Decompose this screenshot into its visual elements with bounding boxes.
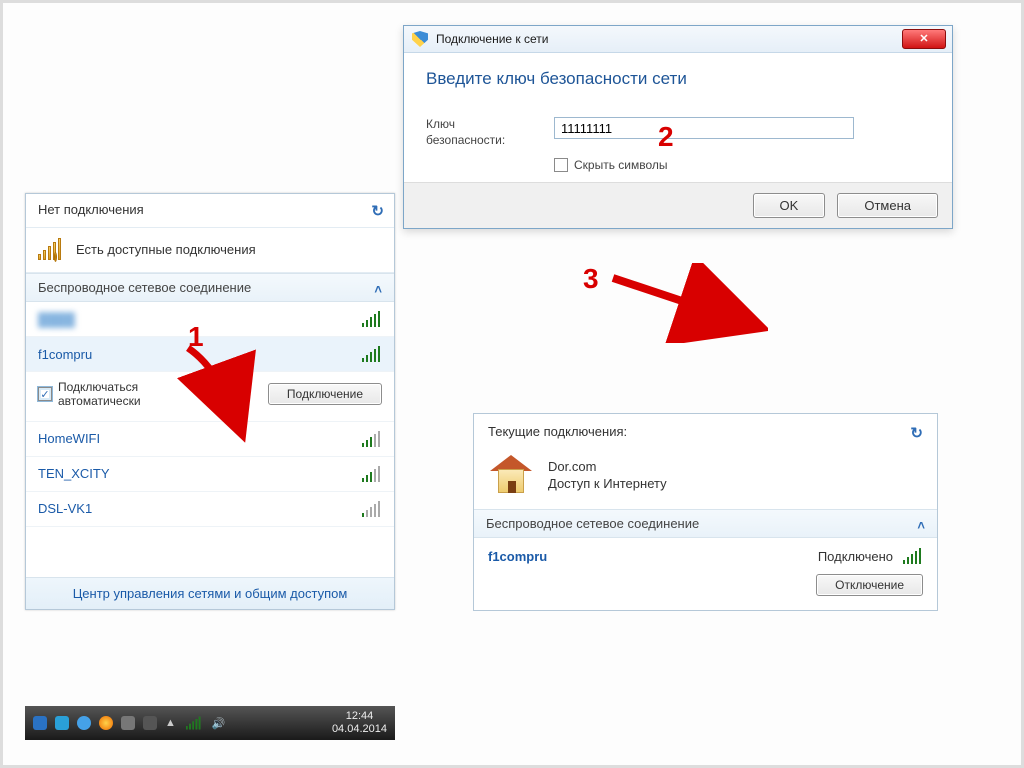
close-button[interactable]: ✕ bbox=[902, 29, 946, 49]
dialog-button-bar: OK Отмена bbox=[404, 182, 952, 228]
tray-icon[interactable] bbox=[121, 716, 135, 730]
current-connections-panel: Текущие подключения: ↻ Dor.com Доступ к … bbox=[473, 413, 938, 611]
cancel-button[interactable]: Отмена bbox=[837, 193, 938, 218]
dialog-titlebar: Подключение к сети ✕ bbox=[404, 26, 952, 53]
tray-icon[interactable] bbox=[55, 716, 69, 730]
dialog-title: Подключение к сети bbox=[436, 32, 548, 46]
network-name: Dor.com bbox=[548, 459, 667, 474]
annotation-number: 2 bbox=[658, 121, 674, 153]
dialog-heading: Введите ключ безопасности сети bbox=[426, 69, 930, 89]
annotation-number: 1 bbox=[188, 321, 204, 353]
disconnect-row: Отключение bbox=[474, 568, 937, 610]
signal-icon bbox=[38, 238, 66, 260]
taskbar: ▲ 🔊 12:44 04.04.2014 bbox=[25, 706, 395, 740]
signal-bars-icon bbox=[362, 431, 382, 447]
hide-chars-label: Скрыть символы bbox=[574, 158, 668, 172]
tray-network-icon[interactable] bbox=[186, 717, 202, 730]
ssid-label: f1compru bbox=[488, 549, 547, 564]
network-item[interactable]: ████ bbox=[26, 302, 394, 337]
chevron-up-icon[interactable]: ˄ bbox=[374, 282, 382, 297]
annotation-number: 3 bbox=[583, 263, 599, 295]
key-label: Ключ безопасности: bbox=[426, 117, 536, 148]
tray-icon[interactable] bbox=[143, 716, 157, 730]
network-info: Dor.com Доступ к Интернету bbox=[548, 459, 667, 491]
tray-volume-icon[interactable]: 🔊 bbox=[212, 717, 226, 730]
connection-state: Подключено bbox=[818, 549, 893, 564]
signal-bars-icon bbox=[362, 346, 382, 362]
shield-icon bbox=[412, 31, 428, 47]
connections-available-label: Есть доступные подключения bbox=[76, 242, 256, 257]
signal-bars-icon bbox=[362, 501, 382, 517]
key-field-row: Ключ безопасности: bbox=[426, 117, 930, 148]
autoconnect-label: Подключаться автоматически bbox=[58, 380, 168, 409]
network-item[interactable]: HomeWIFI bbox=[26, 422, 394, 457]
signal-bars-icon bbox=[362, 466, 382, 482]
refresh-icon[interactable]: ↻ bbox=[910, 424, 923, 442]
signal-bars-icon bbox=[362, 311, 382, 327]
network-name-blurred: ████ bbox=[38, 312, 75, 327]
network-name: HomeWIFI bbox=[38, 431, 100, 446]
panel-header: Нет подключения ↻ bbox=[26, 194, 394, 228]
network-item[interactable]: DSL-VK1 bbox=[26, 492, 394, 527]
connect-dialog: Подключение к сети ✕ Введите ключ безопа… bbox=[403, 25, 953, 229]
connect-button[interactable]: Подключение bbox=[268, 383, 382, 405]
ok-button[interactable]: OK bbox=[753, 193, 826, 218]
house-icon bbox=[488, 455, 534, 495]
autoconnect-checkbox[interactable]: ✓ bbox=[38, 387, 52, 401]
network-status: Доступ к Интернету bbox=[548, 476, 667, 491]
annotation-arrow-icon bbox=[598, 263, 768, 343]
network-item-selected[interactable]: f1compru bbox=[26, 337, 394, 372]
dialog-body: Введите ключ безопасности сети Ключ безо… bbox=[404, 53, 952, 182]
panel-header: Текущие подключения: ↻ bbox=[474, 414, 937, 449]
hide-chars-row: Скрыть символы bbox=[554, 158, 930, 172]
refresh-icon[interactable]: ↻ bbox=[371, 202, 384, 220]
wireless-section-header[interactable]: Беспроводное сетевое соединение ˄ bbox=[474, 509, 937, 538]
network-name: DSL-VK1 bbox=[38, 501, 92, 516]
signal-bars-icon bbox=[903, 548, 923, 564]
hide-chars-checkbox[interactable] bbox=[554, 158, 568, 172]
panel-title: Нет подключения bbox=[38, 202, 144, 217]
tray-icon[interactable] bbox=[77, 716, 91, 730]
tray-clock[interactable]: 12:44 04.04.2014 bbox=[332, 710, 387, 736]
network-item[interactable]: TEN_XCITY bbox=[26, 457, 394, 492]
network-name: TEN_XCITY bbox=[38, 466, 110, 481]
security-key-input[interactable] bbox=[554, 117, 854, 139]
home-network-row: Dor.com Доступ к Интернету bbox=[474, 449, 937, 509]
wireless-section-header[interactable]: Беспроводное сетевое соединение ˄ bbox=[26, 273, 394, 302]
tray-icon[interactable] bbox=[33, 716, 47, 730]
tray-icon[interactable] bbox=[99, 716, 113, 730]
network-flyout-panel: Нет подключения ↻ Есть доступные подключ… bbox=[25, 193, 395, 610]
chevron-up-icon[interactable]: ˄ bbox=[917, 518, 925, 533]
connected-network-row[interactable]: f1compru Подключено bbox=[474, 538, 937, 568]
network-name: f1compru bbox=[38, 347, 92, 362]
disconnect-button[interactable]: Отключение bbox=[816, 574, 923, 596]
connect-row: ✓ Подключаться автоматически Подключение bbox=[26, 372, 394, 422]
network-center-link[interactable]: Центр управления сетями и общим доступом bbox=[26, 577, 394, 609]
connections-available-row: Есть доступные подключения bbox=[26, 228, 394, 273]
